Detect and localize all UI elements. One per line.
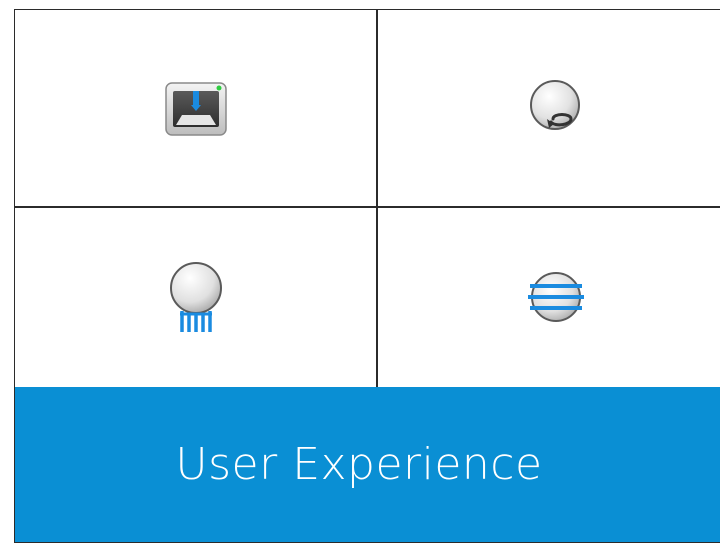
grid-divider-horizontal [15, 206, 720, 208]
tile-support-sphere[interactable] [15, 207, 376, 387]
3d-printer-icon [164, 81, 227, 136]
icon-grid [15, 10, 720, 387]
rotate-view-icon [529, 79, 580, 130]
grid-divider-vertical [376, 10, 378, 387]
slice-layers-icon [527, 272, 584, 322]
tile-slice-layers[interactable] [376, 207, 720, 387]
feature-panel: User Experience [14, 9, 720, 543]
tile-3d-printer[interactable] [15, 10, 376, 207]
banner-title: User Experience [175, 439, 543, 490]
tile-rotate-view[interactable] [376, 10, 720, 207]
support-sphere-icon [169, 262, 222, 332]
banner: User Experience [15, 387, 720, 542]
